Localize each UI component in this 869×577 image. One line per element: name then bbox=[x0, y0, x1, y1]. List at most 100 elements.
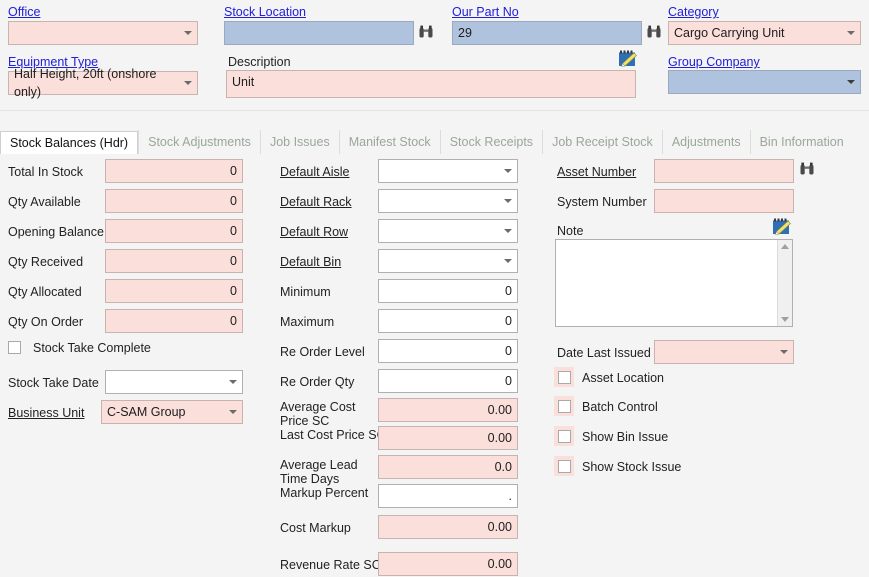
minimum-input[interactable]: 0 bbox=[378, 279, 518, 303]
default-bin-combo[interactable] bbox=[378, 249, 518, 273]
default-aisle-combo[interactable] bbox=[378, 159, 518, 183]
our-part-no-input[interactable]: 29 bbox=[452, 21, 642, 45]
chevron-down-icon bbox=[184, 31, 192, 35]
qty-on-order-value: 0 bbox=[230, 312, 237, 330]
re-order-qty-input[interactable]: 0 bbox=[378, 369, 518, 393]
checkbox-box-icon bbox=[558, 400, 571, 413]
default-row-combo[interactable] bbox=[378, 219, 518, 243]
show-stock-issue-label: Show Stock Issue bbox=[582, 460, 681, 474]
header-section: Office Stock Location Our Part No 29 bbox=[0, 0, 869, 111]
business-unit-label[interactable]: Business Unit bbox=[8, 406, 84, 420]
asset-location-checkbox[interactable] bbox=[554, 367, 574, 387]
tab-bin-information[interactable]: Bin Information bbox=[750, 130, 853, 154]
checkbox-box-icon bbox=[8, 341, 21, 354]
average-lead-time-days-value: 0.0 bbox=[495, 458, 512, 476]
tab-adjustments[interactable]: Adjustments bbox=[662, 130, 750, 154]
asset-location-label: Asset Location bbox=[582, 371, 664, 385]
re-order-level-label: Re Order Level bbox=[280, 345, 365, 359]
business-unit-combo[interactable]: C-SAM Group bbox=[101, 400, 243, 424]
show-bin-issue-label: Show Bin Issue bbox=[582, 430, 668, 444]
qty-received-input[interactable]: 0 bbox=[105, 249, 243, 273]
stock-location-input[interactable] bbox=[224, 21, 414, 45]
tab-stock-adjustments[interactable]: Stock Adjustments bbox=[138, 130, 260, 154]
show-stock-issue-checkbox[interactable] bbox=[554, 456, 574, 476]
system-number-label: System Number bbox=[557, 195, 647, 209]
chevron-down-icon bbox=[184, 81, 192, 85]
maximum-input[interactable]: 0 bbox=[378, 309, 518, 333]
tab-stock-receipts[interactable]: Stock Receipts bbox=[440, 130, 542, 154]
stock-take-complete-checkbox[interactable] bbox=[4, 337, 24, 357]
maximum-value: 0 bbox=[505, 312, 512, 330]
stock-take-complete-label: Stock Take Complete bbox=[33, 341, 151, 355]
note-value bbox=[556, 240, 792, 246]
stock-location-binoculars-button[interactable] bbox=[418, 24, 434, 40]
category-combo[interactable]: Cargo Carrying Unit bbox=[668, 21, 861, 45]
tab-stock-balances-hdr[interactable]: Stock Balances (Hdr) bbox=[0, 131, 138, 155]
category-label[interactable]: Category bbox=[668, 5, 719, 19]
tab-job-receipt-stock[interactable]: Job Receipt Stock bbox=[542, 130, 662, 154]
our-part-no-value: 29 bbox=[458, 24, 472, 42]
re-order-level-value: 0 bbox=[505, 342, 512, 360]
date-last-issued-input[interactable] bbox=[654, 340, 794, 364]
note-textarea[interactable] bbox=[555, 239, 793, 327]
group-company-combo[interactable] bbox=[668, 70, 861, 94]
binoculars-icon bbox=[646, 24, 662, 40]
revenue-rate-sc-input[interactable]: 0.00 bbox=[378, 552, 518, 576]
default-aisle-label[interactable]: Default Aisle bbox=[280, 165, 349, 179]
total-in-stock-input[interactable]: 0 bbox=[105, 159, 243, 183]
qty-allocated-input[interactable]: 0 bbox=[105, 279, 243, 303]
default-bin-label[interactable]: Default Bin bbox=[280, 255, 341, 269]
last-cost-price-sc-input[interactable]: 0.00 bbox=[378, 426, 518, 450]
maximum-label: Maximum bbox=[280, 315, 334, 329]
default-rack-combo[interactable] bbox=[378, 189, 518, 213]
description-value: Unit bbox=[232, 73, 254, 91]
equipment-type-value: Half Height, 20ft (onshore only) bbox=[14, 65, 179, 101]
qty-allocated-label: Qty Allocated bbox=[8, 285, 82, 299]
asset-number-label[interactable]: Asset Number bbox=[557, 165, 636, 179]
tab-job-issues[interactable]: Job Issues bbox=[260, 130, 339, 154]
qty-available-label: Qty Available bbox=[8, 195, 81, 209]
stock-location-label[interactable]: Stock Location bbox=[224, 5, 306, 19]
description-note-button[interactable] bbox=[618, 50, 637, 67]
tab-manifest-stock[interactable]: Manifest Stock bbox=[339, 130, 440, 154]
re-order-level-input[interactable]: 0 bbox=[378, 339, 518, 363]
category-value: Cargo Carrying Unit bbox=[674, 24, 784, 42]
show-bin-issue-checkbox[interactable] bbox=[554, 426, 574, 446]
description-input[interactable]: Unit bbox=[226, 70, 636, 98]
total-in-stock-value: 0 bbox=[230, 162, 237, 180]
re-order-qty-value: 0 bbox=[505, 372, 512, 390]
default-rack-label[interactable]: Default Rack bbox=[280, 195, 352, 209]
note-edit-button[interactable] bbox=[772, 218, 791, 235]
chevron-down-icon bbox=[780, 350, 788, 354]
markup-percent-input[interactable]: . bbox=[378, 484, 518, 508]
office-combo[interactable] bbox=[8, 21, 198, 45]
stock-take-date-label: Stock Take Date bbox=[8, 376, 99, 390]
system-number-input[interactable] bbox=[654, 189, 794, 213]
group-company-label[interactable]: Group Company bbox=[668, 55, 760, 69]
qty-on-order-input[interactable]: 0 bbox=[105, 309, 243, 333]
our-part-no-binoculars-button[interactable] bbox=[646, 24, 662, 40]
average-lead-time-days-label-line2: Time Days bbox=[280, 472, 339, 486]
opening-balance-value: 0 bbox=[230, 222, 237, 240]
qty-available-input[interactable]: 0 bbox=[105, 189, 243, 213]
opening-balance-input[interactable]: 0 bbox=[105, 219, 243, 243]
batch-control-checkbox[interactable] bbox=[554, 396, 574, 416]
our-part-no-label[interactable]: Our Part No bbox=[452, 5, 519, 19]
cost-markup-input[interactable]: 0.00 bbox=[378, 515, 518, 539]
note-label: Note bbox=[557, 224, 583, 238]
description-label: Description bbox=[228, 55, 291, 69]
default-row-label[interactable]: Default Row bbox=[280, 225, 348, 239]
chevron-down-icon bbox=[504, 229, 512, 233]
stock-take-date-input[interactable] bbox=[105, 370, 243, 394]
office-label[interactable]: Office bbox=[8, 5, 40, 19]
re-order-qty-label: Re Order Qty bbox=[280, 375, 354, 389]
equipment-type-combo[interactable]: Half Height, 20ft (onshore only) bbox=[8, 71, 198, 95]
revenue-rate-sc-value: 0.00 bbox=[488, 555, 512, 573]
asset-number-binoculars-button[interactable] bbox=[799, 161, 815, 177]
asset-number-input[interactable] bbox=[654, 159, 794, 183]
average-cost-price-sc-input[interactable]: 0.00 bbox=[378, 398, 518, 422]
scroll-down-icon[interactable] bbox=[781, 317, 789, 322]
average-lead-time-days-input[interactable]: 0.0 bbox=[378, 455, 518, 479]
note-scrollbar[interactable] bbox=[777, 240, 792, 326]
scroll-up-icon[interactable] bbox=[781, 244, 789, 249]
